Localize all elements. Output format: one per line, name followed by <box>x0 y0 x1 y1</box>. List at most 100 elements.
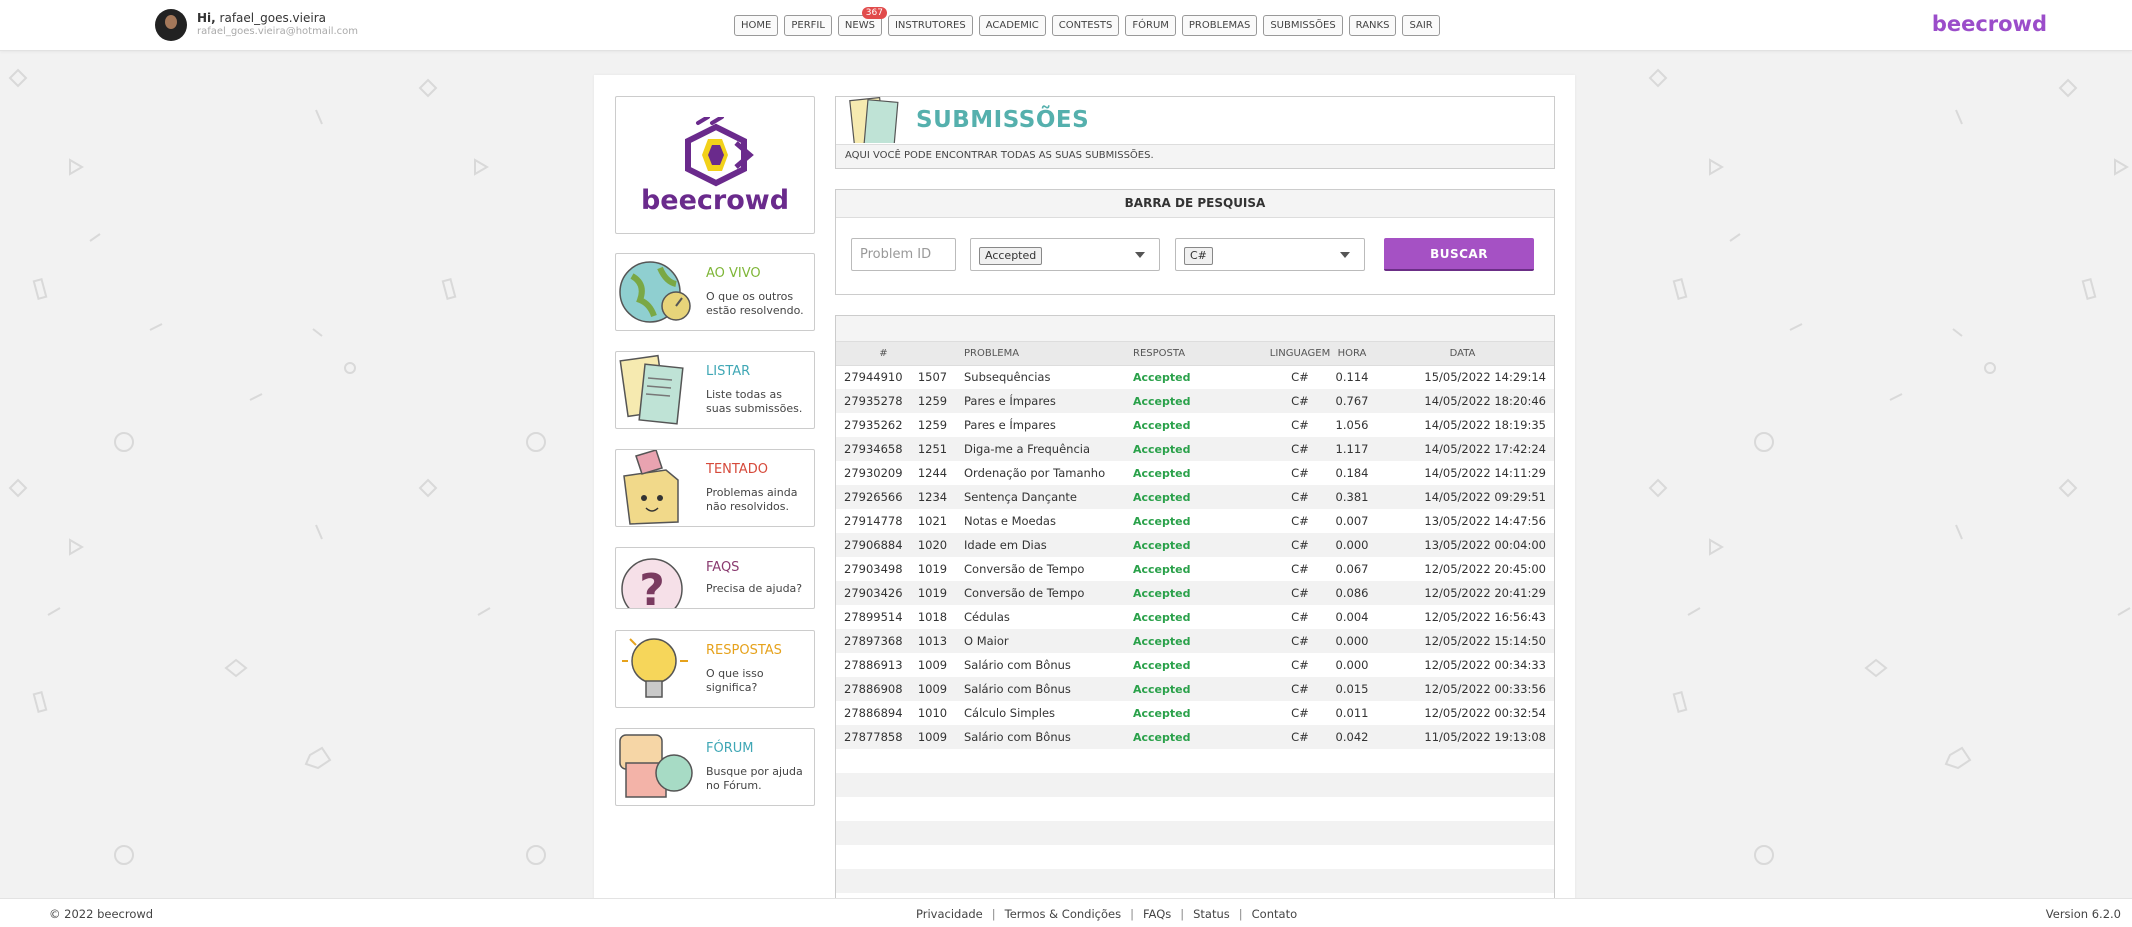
table-row[interactable]: 27903426 1019 Conversão de Tempo Accepted C#… <box>836 581 1554 605</box>
problem-name-cell[interactable]: Cédulas <box>951 605 1133 629</box>
answer-cell[interactable]: Accepted <box>1133 605 1267 629</box>
sidebar-card-forum[interactable]: FÓRUM Busque por ajuda no Fórum. <box>615 728 815 806</box>
problem-number-cell[interactable]: 1018 <box>914 605 951 629</box>
problem-id-input[interactable]: Problem ID <box>851 238 956 271</box>
nav-submissoes-button[interactable]: SUBMISSÕES <box>1263 15 1343 36</box>
submission-id-cell[interactable]: 27903498 <box>836 557 914 581</box>
problem-number-cell[interactable]: 1259 <box>914 389 951 413</box>
footer-link-faqs[interactable]: FAQs <box>1143 907 1171 921</box>
problem-name-cell[interactable]: Pares e Ímpares <box>951 389 1133 413</box>
table-row[interactable]: 27914778 1021 Notas e Moedas Accepted C# 0.00… <box>836 509 1554 533</box>
nav-instrutores-button[interactable]: INSTRUTORES <box>887 15 973 36</box>
problem-name-cell[interactable]: Salário com Bônus <box>951 677 1133 701</box>
problem-number-cell[interactable]: 1507 <box>914 365 951 389</box>
problem-name-cell[interactable]: Pares e Ímpares <box>951 413 1133 437</box>
answer-cell[interactable]: Accepted <box>1133 581 1267 605</box>
footer-link-privacidade[interactable]: Privacidade <box>916 907 983 921</box>
table-row[interactable]: 27935278 1259 Pares e Ímpares Accepted C# 0.7… <box>836 389 1554 413</box>
submission-id-cell[interactable]: 27926566 <box>836 485 914 509</box>
problem-name-cell[interactable]: Sentença Dançante <box>951 485 1133 509</box>
problem-number-cell[interactable]: 1019 <box>914 581 951 605</box>
nav-perfil-button[interactable]: PERFIL <box>784 15 832 36</box>
answer-cell[interactable]: Accepted <box>1133 677 1267 701</box>
table-row[interactable]: 27944910 1507 Subsequências Accepted C# 0.114… <box>836 365 1554 389</box>
table-row[interactable]: 27899514 1018 Cédulas Accepted C# 0.004 12/05/… <box>836 605 1554 629</box>
submission-id-cell[interactable]: 27897368 <box>836 629 914 653</box>
problem-name-cell[interactable]: Ordenação por Tamanho <box>951 461 1133 485</box>
nav-problemas-button[interactable]: PROBLEMAS <box>1181 15 1258 36</box>
table-row[interactable]: 27906884 1020 Idade em Dias Accepted C# 0.000… <box>836 533 1554 557</box>
submission-id-cell[interactable]: 27906884 <box>836 533 914 557</box>
answer-cell[interactable]: Accepted <box>1133 461 1267 485</box>
problem-number-cell[interactable]: 1010 <box>914 701 951 725</box>
submission-id-cell[interactable]: 27877858 <box>836 725 914 749</box>
submission-id-cell[interactable]: 27886913 <box>836 653 914 677</box>
problem-name-cell[interactable]: Salário com Bônus <box>951 725 1133 749</box>
answer-cell[interactable]: Accepted <box>1133 653 1267 677</box>
brand-logo[interactable]: beecrowd <box>1932 12 2047 36</box>
submission-id-cell[interactable]: 27944910 <box>836 365 914 389</box>
answer-cell[interactable]: Accepted <box>1133 413 1267 437</box>
problem-name-cell[interactable]: Notas e Moedas <box>951 509 1133 533</box>
problem-number-cell[interactable]: 1021 <box>914 509 951 533</box>
problem-name-cell[interactable]: Subsequências <box>951 365 1133 389</box>
problem-name-cell[interactable]: Conversão de Tempo <box>951 581 1133 605</box>
search-button[interactable]: BUSCAR <box>1384 238 1534 271</box>
sidebar-card-listar[interactable]: LISTAR Liste todas as suas submissões. <box>615 351 815 429</box>
problem-name-cell[interactable]: Idade em Dias <box>951 533 1133 557</box>
answer-cell[interactable]: Accepted <box>1133 533 1267 557</box>
table-row[interactable]: 27926566 1234 Sentença Dançante Accepted C# 0… <box>836 485 1554 509</box>
problem-name-cell[interactable]: Diga-me a Frequência <box>951 437 1133 461</box>
table-row[interactable]: 27930209 1244 Ordenação por Tamanho Accepte… <box>836 461 1554 485</box>
problem-name-cell[interactable]: O Maior <box>951 629 1133 653</box>
answer-cell[interactable]: Accepted <box>1133 389 1267 413</box>
answer-cell[interactable]: Accepted <box>1133 557 1267 581</box>
nav-news-button[interactable]: NEWS 367 <box>837 7 887 36</box>
answer-cell[interactable]: Accepted <box>1133 485 1267 509</box>
footer-link-contato[interactable]: Contato <box>1252 907 1297 921</box>
sidebar-card-tentado[interactable]: TENTADO Problemas ainda não resolvidos. <box>615 449 815 527</box>
language-select[interactable]: C# <box>1175 238 1365 271</box>
submission-id-cell[interactable]: 27934658 <box>836 437 914 461</box>
table-row[interactable]: 27903498 1019 Conversão de Tempo Accepted C#… <box>836 557 1554 581</box>
nav-forum-button[interactable]: FÓRUM <box>1125 15 1176 36</box>
nav-sair-button[interactable]: SAIR <box>1402 15 1440 36</box>
footer-link-termos[interactable]: Termos & Condições <box>1005 907 1121 921</box>
submission-id-cell[interactable]: 27930209 <box>836 461 914 485</box>
problem-number-cell[interactable]: 1259 <box>914 413 951 437</box>
table-row[interactable]: 27886894 1010 Cálculo Simples Accepted C# 0.0… <box>836 701 1554 725</box>
sidebar-card-faqs[interactable]: ? FAQS Precisa de ajuda? <box>615 547 815 609</box>
footer-link-status[interactable]: Status <box>1193 907 1230 921</box>
problem-number-cell[interactable]: 1020 <box>914 533 951 557</box>
submission-id-cell[interactable]: 27935262 <box>836 413 914 437</box>
sidebar-card-ao-vivo[interactable]: AO VIVO O que os outros estão resolvendo… <box>615 253 815 331</box>
problem-number-cell[interactable]: 1251 <box>914 437 951 461</box>
nav-ranks-button[interactable]: RANKS <box>1348 15 1397 36</box>
table-row[interactable]: 27935262 1259 Pares e Ímpares Accepted C# 1.0… <box>836 413 1554 437</box>
nav-academic-button[interactable]: ACADEMIC <box>978 15 1046 36</box>
problem-number-cell[interactable]: 1009 <box>914 677 951 701</box>
submission-id-cell[interactable]: 27935278 <box>836 389 914 413</box>
submission-id-cell[interactable]: 27903426 <box>836 581 914 605</box>
answer-cell[interactable]: Accepted <box>1133 509 1267 533</box>
problem-name-cell[interactable]: Salário com Bônus <box>951 653 1133 677</box>
table-row[interactable]: 27877858 1009 Salário com Bônus Accepted C# 0… <box>836 725 1554 749</box>
answer-cell[interactable]: Accepted <box>1133 437 1267 461</box>
problem-number-cell[interactable]: 1019 <box>914 557 951 581</box>
problem-name-cell[interactable]: Conversão de Tempo <box>951 557 1133 581</box>
submission-id-cell[interactable]: 27899514 <box>836 605 914 629</box>
nav-contests-button[interactable]: CONTESTS <box>1051 15 1120 36</box>
answer-cell[interactable]: Accepted <box>1133 701 1267 725</box>
problem-number-cell[interactable]: 1234 <box>914 485 951 509</box>
sidebar-card-respostas[interactable]: RESPOSTAS O que isso significa? <box>615 630 815 708</box>
table-row[interactable]: 27886908 1009 Salário com Bônus Accepted C# 0… <box>836 677 1554 701</box>
table-row[interactable]: 27886913 1009 Salário com Bônus Accepted C# 0… <box>836 653 1554 677</box>
logo-box[interactable]: beecrowd <box>615 96 815 234</box>
problem-number-cell[interactable]: 1009 <box>914 653 951 677</box>
answer-select[interactable]: Accepted <box>970 238 1160 271</box>
answer-cell[interactable]: Accepted <box>1133 629 1267 653</box>
table-row[interactable]: 27897368 1013 O Maior Accepted C# 0.000 12/05/… <box>836 629 1554 653</box>
answer-cell[interactable]: Accepted <box>1133 725 1267 749</box>
problem-number-cell[interactable]: 1013 <box>914 629 951 653</box>
answer-cell[interactable]: Accepted <box>1133 365 1267 389</box>
